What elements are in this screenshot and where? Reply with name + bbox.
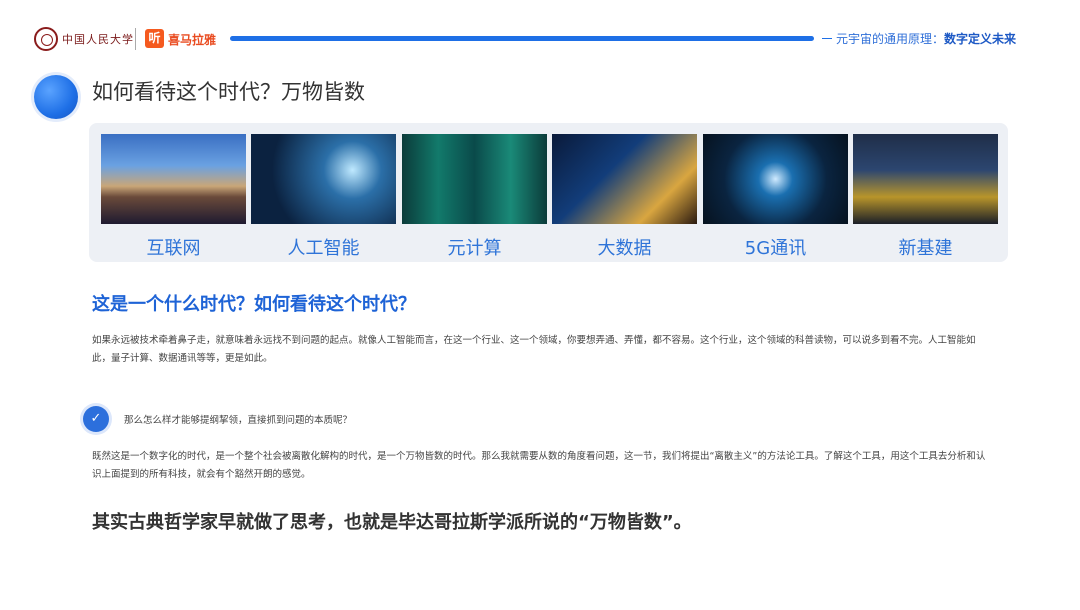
check-icon: ✓ xyxy=(83,406,109,432)
tile-image-metacomputing xyxy=(402,134,547,224)
tile-label-big-data: 大数据 xyxy=(597,238,652,259)
course-title: 元宇宙的通用原理：数字定义未来 xyxy=(836,30,1016,47)
tile-label-new-infrastructure: 新基建 xyxy=(898,238,953,259)
header-accent-line xyxy=(230,36,814,41)
closing-statement: 其实古典哲学家早就做了思考，也就是毕达哥拉斯学派所说的“万物皆数”。 xyxy=(92,512,692,533)
header-divider xyxy=(135,28,136,50)
section-bullet-icon xyxy=(34,75,78,119)
tile-image-5g xyxy=(703,134,848,224)
section-title: 如何看待这个时代？万物皆数 xyxy=(92,80,365,104)
tile-image-new-infrastructure xyxy=(853,134,998,224)
course-title-prefix: 元宇宙的通用原理： xyxy=(836,32,945,46)
tile-label-metacomputing: 元计算 xyxy=(447,238,502,259)
tile-label-5g: 5G通讯 xyxy=(744,238,807,259)
tile-image-big-data xyxy=(552,134,697,224)
course-title-emphasis: 数字定义未来 xyxy=(944,32,1017,46)
platform-name: 喜马拉雅 xyxy=(168,33,217,47)
header-accent-line-thin xyxy=(822,38,832,39)
tile-image-internet xyxy=(101,134,246,224)
technology-tiles-panel: 互联网 人工智能 元计算 大数据 5G通讯 新基建 xyxy=(89,123,1008,262)
university-name: 中国人民大学 xyxy=(62,33,134,46)
paragraph-1: 如果永远被技术牵着鼻子走，就意味着永远找不到问题的起点。就像人工智能而言，在这一… xyxy=(92,335,976,364)
ximalaya-logo-icon: 听 xyxy=(145,29,164,48)
university-seal-icon xyxy=(34,27,58,51)
tile-label-internet: 互联网 xyxy=(146,238,201,259)
content-heading: 这是一个什么时代？如何看待这个时代？ xyxy=(92,294,416,315)
question-text: 那么怎么样才能够提纲挈领，直接抓到问题的本质呢？ xyxy=(124,415,353,426)
tile-image-ai xyxy=(251,134,396,224)
slide-header: 中国人民大学 听 喜马拉雅 元宇宙的通用原理：数字定义未来 xyxy=(0,0,1080,70)
tile-label-ai: 人工智能 xyxy=(287,238,360,259)
paragraph-2: 既然这是一个数字化的时代，是一个整个社会被离散化解构的时代，是一个万物皆数的时代… xyxy=(92,451,986,480)
